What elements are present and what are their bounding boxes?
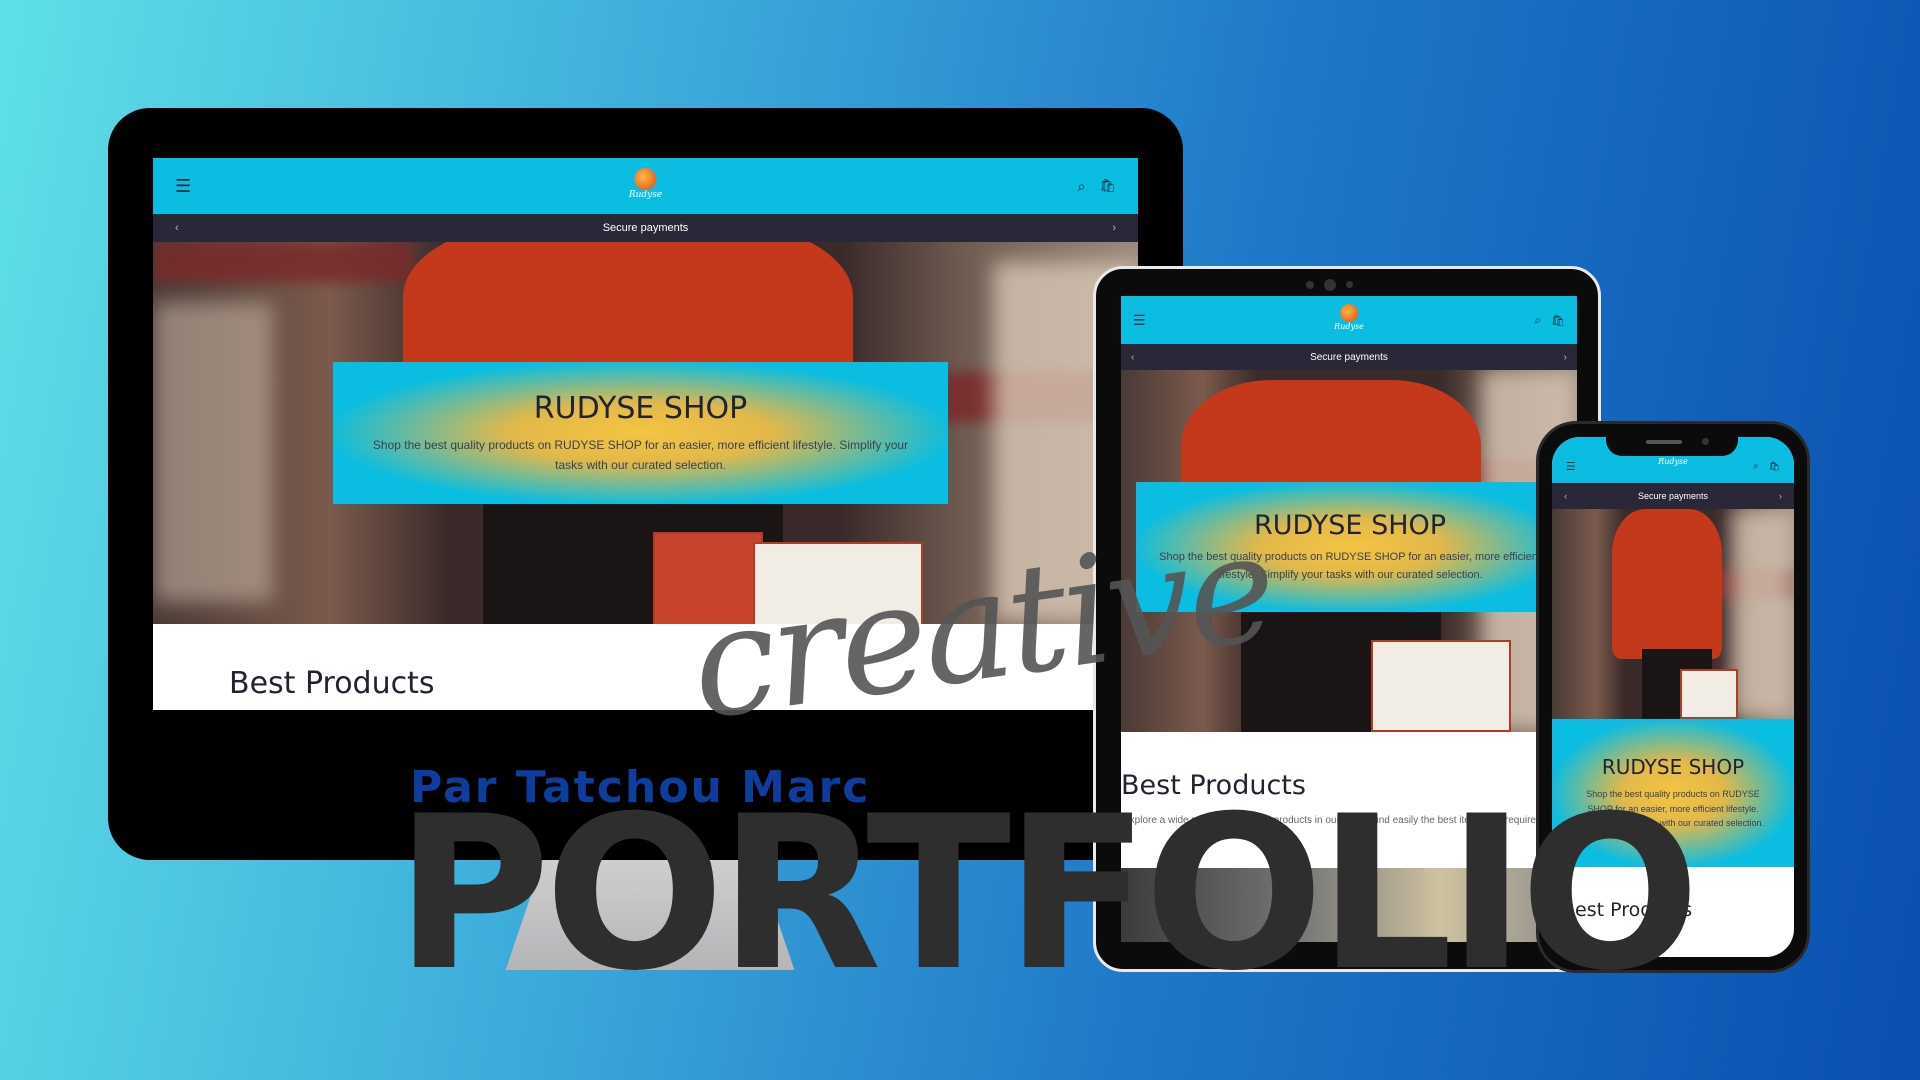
camera	[1702, 438, 1709, 445]
chevron-left-icon[interactable]: ‹	[1564, 491, 1567, 501]
banner-text: Shop the best quality products on RUDYSE…	[372, 438, 909, 472]
logo[interactable]: Rudyse	[629, 168, 662, 200]
building	[153, 302, 273, 602]
red-coat	[1612, 509, 1722, 659]
announcement-text: Secure payments	[602, 222, 689, 234]
cart-icon[interactable]: 🛍	[1769, 461, 1780, 472]
search-icon[interactable]: ⌕	[1078, 178, 1086, 195]
section-title: Best Products	[229, 666, 435, 701]
header-actions: ⌕ 🛍	[1753, 461, 1780, 472]
camera	[1346, 281, 1353, 288]
awning	[153, 242, 413, 282]
shopping-bag	[1680, 669, 1738, 719]
logo[interactable]: Rudyse	[1334, 304, 1364, 331]
camera	[1306, 281, 1314, 289]
search-icon[interactable]: ⌕	[1534, 313, 1541, 328]
banner-title: RUDYSE SHOP	[1253, 509, 1447, 541]
camera	[1324, 279, 1336, 291]
site-header: ☰ Rudyse ⌕ 🛍	[1121, 296, 1577, 344]
speaker	[1646, 440, 1682, 444]
phone-notch	[1606, 432, 1738, 456]
announcement-bar: ‹ Secure payments ›	[153, 214, 1138, 242]
building	[1732, 509, 1794, 719]
logo-text: Rudyse	[1658, 457, 1688, 466]
hero-banner: RUDYSE SHOP Shop the best quality produc…	[333, 362, 948, 504]
menu-icon[interactable]: ☰	[175, 176, 191, 197]
announcement-text: Secure payments	[1310, 351, 1388, 363]
shopping-bag	[1371, 640, 1511, 732]
search-icon[interactable]: ⌕	[1753, 461, 1759, 472]
cart-icon[interactable]: 🛍	[1099, 178, 1116, 194]
logo[interactable]: Rudyse	[1658, 457, 1688, 466]
chevron-left-icon[interactable]: ‹	[175, 222, 179, 234]
site-header: ☰ Rudyse ⌕ 🛍	[153, 158, 1138, 214]
announcement-bar: ‹ Secure payments ›	[1552, 483, 1794, 509]
chevron-right-icon[interactable]: ›	[1112, 222, 1116, 234]
logo-text: Rudyse	[628, 190, 663, 200]
announcement-bar: ‹ Secure payments ›	[1121, 344, 1577, 370]
announcement-text: Secure payments	[1637, 491, 1709, 501]
chevron-right-icon[interactable]: ›	[1779, 491, 1782, 501]
menu-icon[interactable]: ☰	[1566, 460, 1576, 473]
portfolio-headline: PORTFOLIO	[395, 770, 1700, 1017]
chevron-left-icon[interactable]: ‹	[1131, 352, 1134, 363]
logo-mark	[634, 168, 657, 190]
desktop-monitor: ☰ Rudyse ⌕ 🛍 ‹ Secure payments › RUDYSE …	[108, 108, 1183, 860]
header-actions: ⌕ 🛍	[1078, 178, 1116, 195]
logo-mark	[1340, 304, 1358, 322]
chevron-right-icon[interactable]: ›	[1564, 352, 1567, 363]
header-actions: ⌕ 🛍	[1534, 313, 1565, 328]
banner-title: RUDYSE SHOP	[533, 391, 748, 427]
hero-image	[1552, 509, 1794, 719]
menu-icon[interactable]: ☰	[1133, 312, 1146, 329]
cart-icon[interactable]: 🛍	[1551, 314, 1565, 327]
logo-text: Rudyse	[1334, 322, 1364, 331]
